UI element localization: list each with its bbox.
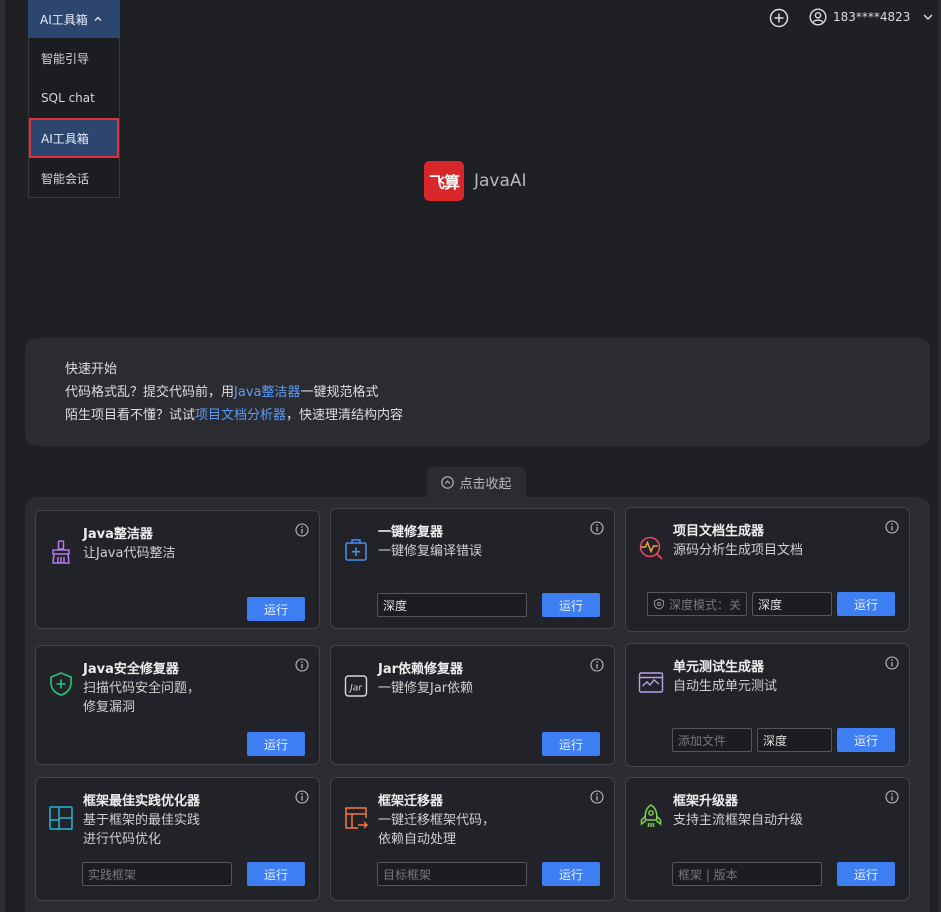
info-icon[interactable] bbox=[885, 790, 899, 804]
layout-grid-icon bbox=[49, 806, 73, 830]
card-desc: 一键修复编译错误 bbox=[378, 544, 483, 559]
mode-select[interactable]: 深度 bbox=[752, 592, 832, 616]
collapse-label: 点击收起 bbox=[459, 477, 512, 492]
card-title: 一键修复器 bbox=[378, 525, 444, 540]
rocket-icon bbox=[640, 804, 662, 827]
card-desc: 扫描代码安全问题， 修复漏洞 bbox=[83, 681, 201, 715]
quick-start-line-1: 代码格式乱？提交代码前，用Java整洁器一键规范格式 bbox=[65, 385, 379, 400]
card-desc: 支持主流框架自动升级 bbox=[673, 813, 804, 828]
info-icon[interactable] bbox=[590, 790, 604, 804]
menu-item-guide[interactable]: 智能引导 bbox=[29, 38, 119, 78]
quick-start-panel: 快速开始 代码格式乱？提交代码前，用Java整洁器一键规范格式 陌生项目看不懂？… bbox=[25, 338, 930, 446]
card-upgrade: 框架升级器 支持主流框架自动升级 框架 | 版本 运行 bbox=[625, 777, 910, 901]
broom-icon bbox=[52, 540, 70, 564]
info-icon[interactable] bbox=[590, 521, 604, 535]
card-desc: 自动生成单元测试 bbox=[673, 679, 778, 694]
brand-logo: 飞算 JavaAI bbox=[424, 161, 527, 201]
run-button[interactable]: 运行 bbox=[837, 728, 895, 752]
deep-mode-label: 深度模式：关 bbox=[669, 597, 742, 612]
card-jar: Jar Jar依赖修复器 一键修复Jar依赖 运行 bbox=[330, 645, 615, 765]
run-button[interactable]: 运行 bbox=[542, 732, 600, 756]
chevron-up-icon bbox=[94, 16, 102, 21]
card-title: 框架迁移器 bbox=[378, 794, 444, 809]
card-desc: 一键迁移框架代码， 依赖自动处理 bbox=[378, 813, 496, 847]
run-button[interactable]: 运行 bbox=[542, 593, 600, 617]
chevron-down-icon bbox=[923, 14, 933, 20]
chevron-up-circle-icon bbox=[441, 476, 455, 489]
quick-start-line-2: 陌生项目看不懂？试试项目文档分析器，快速理清结构内容 bbox=[65, 408, 404, 423]
logo-mark: 飞算 bbox=[424, 161, 464, 201]
user-phone: 183****4823 bbox=[833, 10, 911, 24]
target-framework-input[interactable]: 目标框架 bbox=[377, 862, 527, 886]
run-button[interactable]: 运行 bbox=[837, 592, 895, 616]
info-icon[interactable] bbox=[885, 656, 899, 670]
collapse-toggle[interactable]: 点击收起 bbox=[427, 467, 526, 498]
card-desc: 让Java代码整洁 bbox=[83, 546, 176, 561]
info-icon[interactable] bbox=[295, 523, 309, 537]
card-title: 框架最佳实践优化器 bbox=[83, 794, 201, 809]
menu-item-chat[interactable]: 智能会话 bbox=[29, 158, 119, 198]
toolbox-dropdown-menu: 智能引导 SQL chat AI工具箱 智能会话 bbox=[28, 38, 120, 198]
logo-name: JavaAI bbox=[474, 171, 527, 191]
info-icon[interactable] bbox=[295, 658, 309, 672]
card-desc: 源码分析生成项目文档 bbox=[673, 543, 804, 558]
card-docgen: 项目文档生成器 源码分析生成项目文档 深度模式：关 深度 运行 bbox=[625, 507, 910, 632]
pulse-search-icon bbox=[639, 536, 663, 560]
framework-version-input[interactable]: 框架 | 版本 bbox=[672, 862, 822, 886]
mode-select[interactable]: 深度 bbox=[377, 593, 527, 617]
add-circle-icon[interactable] bbox=[769, 8, 789, 28]
card-title: 项目文档生成器 bbox=[673, 524, 765, 539]
card-migrate: 框架迁移器 一键迁移框架代码， 依赖自动处理 目标框架 运行 bbox=[330, 777, 615, 901]
left-edge-bar bbox=[0, 0, 5, 912]
menu-item-sql-chat[interactable]: SQL chat bbox=[29, 78, 119, 118]
framework-input[interactable]: 实践框架 bbox=[82, 862, 232, 886]
run-button[interactable]: 运行 bbox=[247, 862, 305, 886]
shield-gear-icon bbox=[654, 598, 664, 610]
toolbox-dropdown-button[interactable]: AI工具箱 bbox=[28, 0, 120, 38]
doc-analyzer-link[interactable]: 项目文档分析器 bbox=[195, 408, 286, 423]
card-desc: 基于框架的最佳实践 进行代码优化 bbox=[83, 813, 201, 847]
user-menu[interactable]: 183****4823 bbox=[809, 8, 934, 26]
migrate-window-icon bbox=[345, 807, 369, 829]
medical-plus-icon bbox=[345, 539, 367, 561]
card-fixer: 一键修复器 一键修复编译错误 深度 运行 bbox=[330, 508, 615, 629]
add-file-input[interactable]: 添加文件 bbox=[672, 728, 752, 752]
card-title: Java整洁器 bbox=[83, 527, 153, 542]
card-best-practice: 框架最佳实践优化器 基于框架的最佳实践 进行代码优化 实践框架 运行 bbox=[35, 777, 320, 901]
java-cleaner-link[interactable]: Java整洁器 bbox=[234, 385, 300, 400]
card-title: 单元测试生成器 bbox=[673, 660, 765, 675]
user-icon bbox=[809, 8, 827, 26]
run-button[interactable]: 运行 bbox=[542, 862, 600, 886]
dropdown-label: AI工具箱 bbox=[40, 12, 88, 27]
jar-icon: Jar bbox=[344, 675, 368, 697]
card-unittest: 单元测试生成器 自动生成单元测试 添加文件 深度 运行 bbox=[625, 643, 910, 767]
deep-mode-toggle[interactable]: 深度模式：关 bbox=[647, 592, 747, 616]
run-button[interactable]: 运行 bbox=[247, 732, 305, 756]
run-button[interactable]: 运行 bbox=[247, 597, 305, 621]
card-desc: 一键修复Jar依赖 bbox=[378, 681, 474, 696]
run-button[interactable]: 运行 bbox=[837, 862, 895, 886]
card-title: 框架升级器 bbox=[673, 794, 739, 809]
quick-start-title: 快速开始 bbox=[65, 362, 118, 377]
info-icon[interactable] bbox=[885, 520, 899, 534]
card-title: Jar依赖修复器 bbox=[378, 662, 464, 677]
card-title: Java安全修复器 bbox=[83, 662, 179, 677]
svg-text:Jar: Jar bbox=[348, 684, 363, 694]
card-java-cleaner: Java整洁器 让Java代码整洁 运行 bbox=[35, 510, 320, 629]
shield-plus-icon bbox=[50, 672, 72, 696]
info-icon[interactable] bbox=[295, 790, 309, 804]
menu-item-ai-toolbox[interactable]: AI工具箱 bbox=[29, 118, 119, 158]
info-icon[interactable] bbox=[590, 658, 604, 672]
mode-select[interactable]: 深度 bbox=[757, 728, 832, 752]
monitor-chart-icon bbox=[638, 672, 664, 693]
card-security: Java安全修复器 扫描代码安全问题， 修复漏洞 运行 bbox=[35, 645, 320, 765]
